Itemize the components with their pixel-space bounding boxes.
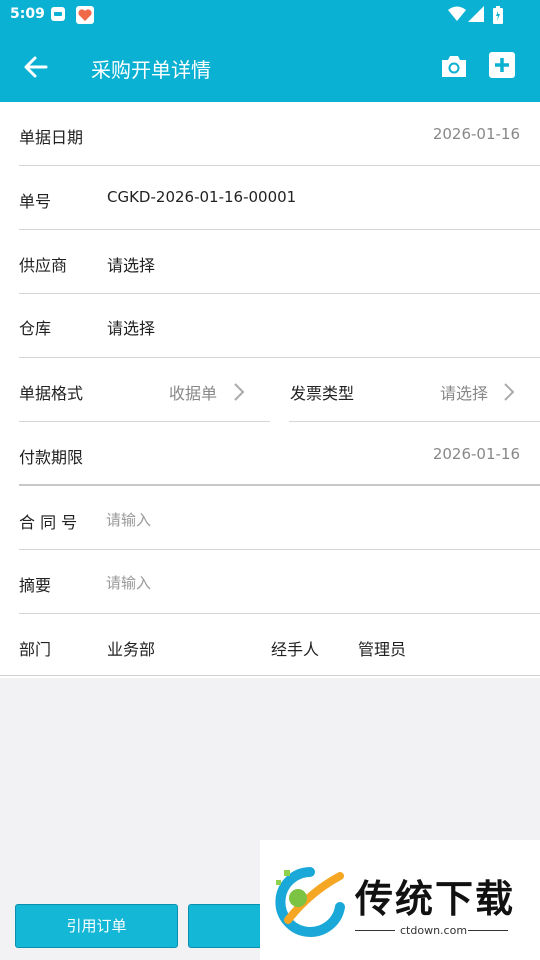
watermark-text: 传统下载 (355, 877, 516, 921)
reference-order-button[interactable]: 引用订单 (15, 904, 178, 948)
invoice-type-label: 发票类型 (290, 384, 355, 403)
add-icon[interactable] (489, 52, 515, 78)
supplier-select[interactable]: 请选择 (107, 252, 155, 276)
handler-label: 经手人 (271, 640, 320, 659)
format-invoice-row: 单据格式 收据单 发票类型 请选择 (0, 358, 540, 422)
doc-date-label: 单据日期 (19, 128, 84, 147)
status-time: 5:09 (10, 6, 45, 22)
watermark-url: ctdown.com (400, 924, 468, 937)
contract-no-input[interactable]: 请输入 (106, 509, 151, 530)
watermark: 传统下载 ctdown.com (260, 840, 540, 960)
supplier-row[interactable]: 供应商 请选择 (0, 230, 540, 294)
dept-handler-row: 部门 业务部 经手人 管理员 (0, 614, 540, 678)
doc-format-select[interactable]: 收据单 (169, 380, 217, 404)
contract-no-label: 合 同 号 (19, 513, 78, 532)
signal-icon (468, 6, 484, 22)
payment-due-label: 付款期限 (19, 448, 84, 467)
wifi-icon (448, 6, 466, 21)
summary-label: 摘要 (19, 576, 52, 595)
notification-car-icon (51, 7, 65, 21)
chevron-right-icon[interactable] (232, 382, 246, 402)
notification-heart-icon (76, 6, 94, 24)
form-bottom-divider (0, 675, 540, 676)
doc-no-value: CGKD-2026-01-16-00001 (107, 188, 297, 206)
battery-icon (493, 6, 503, 24)
doc-date-row[interactable]: 单据日期 2026-01-16 (0, 102, 540, 166)
invoice-type-select[interactable]: 请选择 (440, 380, 488, 404)
payment-due-row[interactable]: 付款期限 2026-01-16 (0, 422, 540, 486)
handler-select[interactable]: 管理员 (358, 636, 406, 660)
page-title: 采购开单详情 (91, 58, 211, 82)
back-arrow-icon[interactable] (22, 53, 50, 81)
doc-no-label: 单号 (19, 192, 52, 211)
purchase-form: 单据日期 2026-01-16 单号 CGKD-2026-01-16-00001… (0, 102, 540, 678)
watermark-rule (468, 930, 508, 931)
doc-date-value[interactable]: 2026-01-16 (433, 125, 520, 143)
department-label: 部门 (19, 640, 52, 659)
supplier-label: 供应商 (19, 256, 68, 275)
watermark-rule (355, 930, 395, 931)
warehouse-select[interactable]: 请选择 (107, 315, 155, 339)
summary-row: 摘要 请输入 (0, 550, 540, 614)
camera-icon[interactable] (440, 52, 468, 80)
summary-input[interactable]: 请输入 (106, 572, 151, 593)
chevron-right-icon[interactable] (502, 382, 516, 402)
doc-no-row: 单号 CGKD-2026-01-16-00001 (0, 166, 540, 230)
doc-format-label: 单据格式 (19, 384, 84, 403)
warehouse-row[interactable]: 仓库 请选择 (0, 294, 540, 358)
warehouse-label: 仓库 (19, 319, 52, 338)
watermark-logo-icon (275, 867, 345, 937)
payment-due-value[interactable]: 2026-01-16 (433, 445, 520, 463)
status-bar: 5:09 (0, 0, 540, 30)
contract-no-row: 合 同 号 请输入 (0, 486, 540, 550)
app-bar: 采购开单详情 (0, 30, 540, 102)
department-select[interactable]: 业务部 (107, 636, 155, 660)
